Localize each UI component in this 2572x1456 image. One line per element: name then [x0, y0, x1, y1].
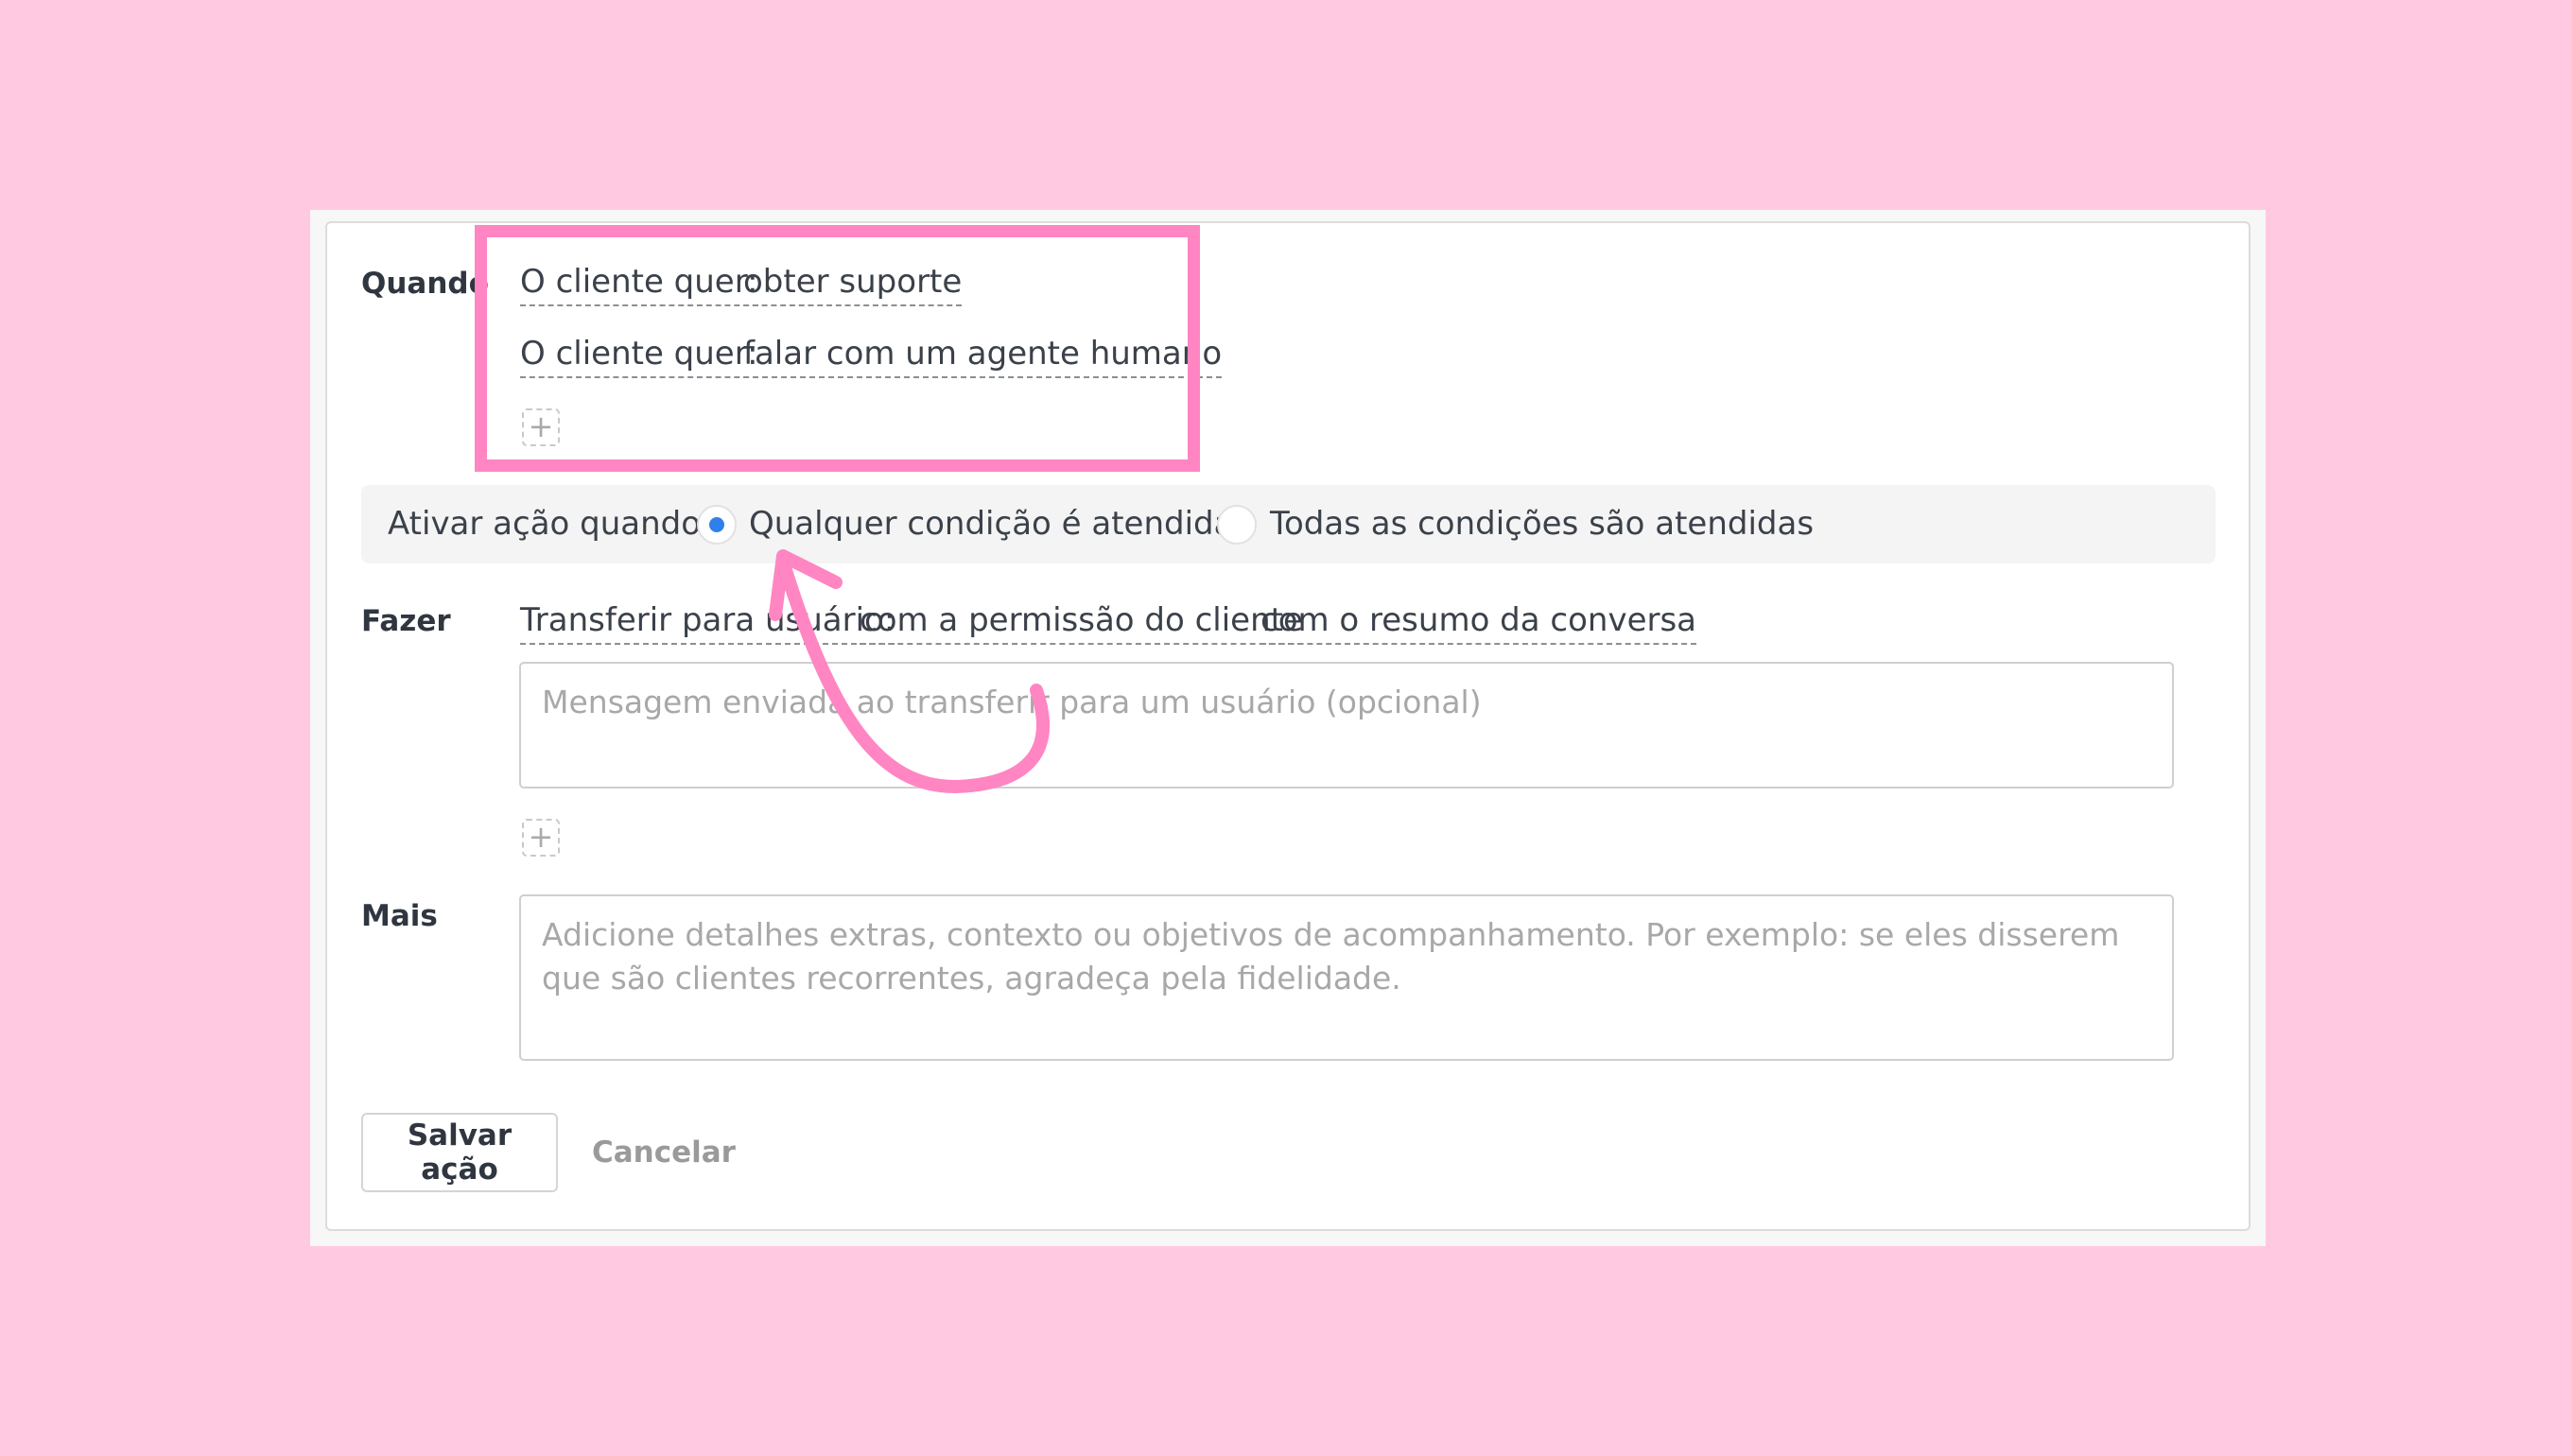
radio-any-condition[interactable] [697, 505, 737, 545]
save-action-button[interactable]: Salvar ação [361, 1113, 558, 1192]
condition-1-value[interactable]: obter suporte [743, 263, 963, 306]
option-conversation-summary[interactable]: com o resumo da conversa [1260, 601, 1697, 645]
do-label: Fazer [361, 604, 451, 638]
transfer-message-input[interactable] [519, 662, 2174, 789]
add-action-button[interactable]: + [522, 819, 560, 857]
plus-icon: + [528, 819, 554, 855]
add-condition-button[interactable]: + [522, 408, 560, 446]
condition-2-value[interactable]: falar com um agente humano [743, 335, 1223, 378]
option-customer-permission[interactable]: com a permissão do cliente [860, 601, 1303, 645]
action-transfer-user[interactable]: Transferir para usuário: [520, 601, 895, 645]
radio-selected-dot [709, 517, 724, 532]
when-label: Quando [361, 267, 489, 301]
cancel-button[interactable]: Cancelar [577, 1113, 751, 1192]
more-label: Mais [361, 899, 438, 933]
more-details-input[interactable] [519, 894, 2174, 1061]
plus-icon: + [528, 408, 554, 444]
condition-2-key[interactable]: O cliente quer: [520, 335, 758, 378]
condition-1-key[interactable]: O cliente quer: [520, 263, 758, 306]
radio-all-conditions-label[interactable]: Todas as condições são atendidas [1270, 505, 1814, 543]
radio-all-conditions[interactable] [1217, 505, 1257, 545]
trigger-label: Ativar ação quando: [388, 505, 712, 543]
radio-any-condition-label[interactable]: Qualquer condição é atendida [749, 505, 1233, 543]
